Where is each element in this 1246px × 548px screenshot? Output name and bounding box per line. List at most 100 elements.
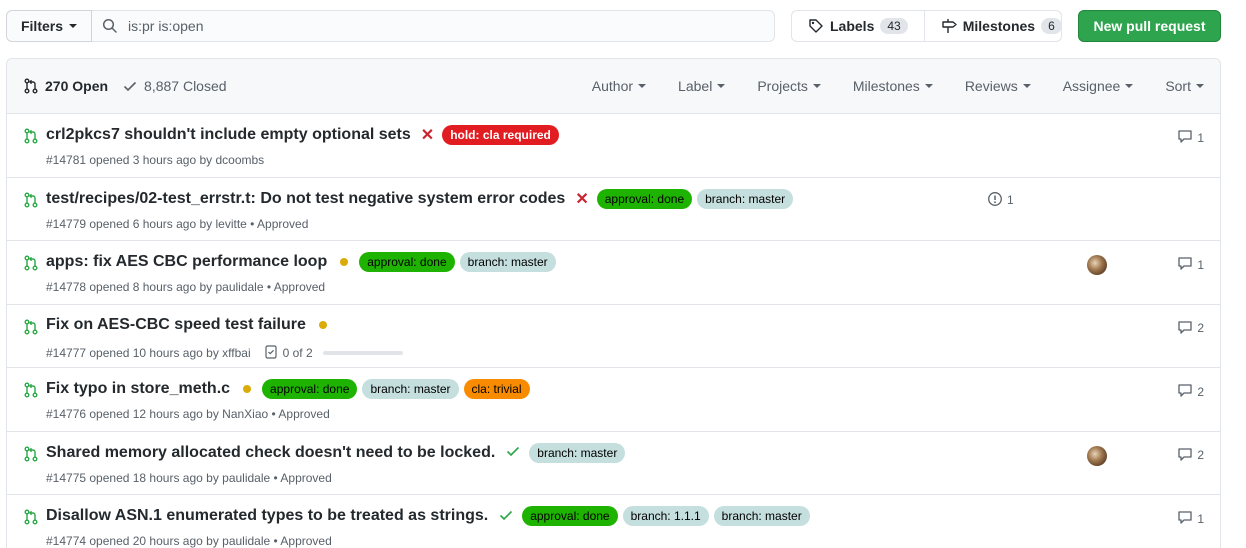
linked-issue-count: 1 [1007,193,1014,207]
task-progress-bar [322,351,403,355]
pull-request-open-icon [23,128,39,147]
label-filter-label: Label [678,78,713,94]
author-filter[interactable]: Author [592,78,647,94]
pr-meta: #14775 opened 18 hours ago by paulidale … [46,471,332,485]
label-blue[interactable]: branch: master [697,188,794,209]
pr-title[interactable]: Shared memory allocated check doesn't ne… [46,444,495,462]
caret-down-icon [638,84,647,88]
label-blue[interactable]: branch: master [529,442,626,463]
comments-link[interactable]: 2 [1177,319,1204,338]
milestones-count: 6 [1041,18,1062,34]
comments-link[interactable]: 1 [1177,255,1204,274]
label-blue[interactable]: branch: master [713,506,810,526]
label-green[interactable]: approval: done [596,188,693,209]
pr-row[interactable]: Fix on AES-CBC speed test failure #14777 … [7,305,1220,368]
pending-dot-icon[interactable] [318,320,327,329]
pr-meta: #14777 opened 10 hours ago by xffbai 0 of… [46,344,403,363]
label-orange[interactable]: cla: trivial [463,379,530,399]
projects-filter[interactable]: Projects [757,78,821,94]
pr-title[interactable]: crl2pkcs7 shouldn't include empty option… [46,126,411,144]
comment-icon [1177,382,1193,401]
pr-meta-text: #14781 opened 3 hours ago by dcoombs [46,153,265,167]
search-input[interactable]: is:pr is:open [92,10,775,42]
pr-row[interactable]: crl2pkcs7 shouldn't include empty option… [7,114,1220,178]
projects-filter-label: Projects [757,78,808,94]
pull-request-icon [24,78,38,94]
header-filter-menus: Author Label Projects Milestones Reviews… [560,59,1204,113]
pr-row[interactable]: test/recipes/02-test_errstr.t: Do not te… [7,178,1220,241]
pr-list-box: 270 Open 8,887 Closed Author Label Proje… [6,58,1221,548]
tag-icon [809,19,823,33]
assignee-filter[interactable]: Assignee [1063,78,1134,94]
label-green[interactable]: approval: done [359,252,455,272]
pr-title-line: apps: fix AES CBC performance loop approv… [46,252,556,272]
caret-down-icon [812,84,821,88]
pull-request-open-icon [23,192,39,211]
label-blue[interactable]: branch: master [459,252,556,272]
comment-icon [1177,319,1193,338]
success-check-icon[interactable] [498,507,514,526]
comment-icon [1177,128,1193,147]
pr-row[interactable]: Disallow ASN.1 enumerated types to be tr… [7,495,1220,548]
sort-filter-label: Sort [1165,78,1191,94]
milestones-button[interactable]: Milestones 6 [923,11,1078,41]
open-filter[interactable]: 270 Open [23,78,108,94]
new-pull-request-button[interactable]: New pull request [1078,10,1221,42]
pr-title[interactable]: Disallow ASN.1 enumerated types to be tr… [46,507,488,525]
comments-link[interactable]: 1 [1177,128,1204,147]
filters-button[interactable]: Filters [6,10,92,42]
pr-title[interactable]: apps: fix AES CBC performance loop [46,253,327,271]
pr-row[interactable]: Fix typo in store_meth.c approval: done br… [7,368,1220,432]
sort-filter[interactable]: Sort [1165,78,1204,94]
avatar[interactable] [1087,445,1107,466]
caret-down-icon [924,84,933,88]
pr-row[interactable]: Shared memory allocated check doesn't ne… [7,432,1220,495]
label-green[interactable]: approval: done [522,506,618,526]
label-blue[interactable]: branch: master [362,379,459,399]
pr-list: crl2pkcs7 shouldn't include empty option… [7,114,1220,548]
comments-link[interactable]: 2 [1177,446,1204,465]
pr-meta: #14778 opened 8 hours ago by paulidale •… [46,280,325,294]
milestones-filter[interactable]: Milestones [853,78,933,94]
comments-link[interactable]: 2 [1177,382,1204,401]
label-red[interactable]: hold: cla required [442,125,559,145]
pr-title-line: test/recipes/02-test_errstr.t: Do not te… [46,188,794,209]
linked-issues[interactable]: 1 [987,191,1014,210]
labels-count: 43 [880,18,908,34]
pr-meta-text: #14778 opened 8 hours ago by paulidale •… [46,280,326,294]
label-blue[interactable]: branch: 1.1.1 [622,506,709,526]
pr-meta-text: #14774 opened 20 hours ago by paulidale … [46,534,332,548]
reviews-filter[interactable]: Reviews [965,78,1031,94]
comment-count: 2 [1197,448,1204,462]
comments-link[interactable]: 1 [1177,509,1204,528]
reviews-filter-label: Reviews [964,78,1018,94]
pr-title[interactable]: Fix typo in store_meth.c [46,380,230,398]
failure-x-icon[interactable]: ✕ [575,189,588,209]
labels-button[interactable]: Labels 43 [792,11,924,41]
pr-title[interactable]: test/recipes/02-test_errstr.t: Do not te… [46,190,565,208]
pr-title-line: Disallow ASN.1 enumerated types to be tr… [46,506,810,526]
success-check-icon[interactable] [505,443,521,462]
caret-down-icon [1125,84,1134,88]
pr-meta-text: #14776 opened 12 hours ago by NanXiao • … [46,407,330,421]
label-green[interactable]: approval: done [262,379,358,399]
milestone-icon [942,19,957,33]
pr-title[interactable]: Fix on AES-CBC speed test failure [46,316,306,334]
closed-filter[interactable]: 8,887 Closed [122,78,227,94]
milestones-label: Milestones [962,18,1036,34]
label-filter[interactable]: Label [678,78,726,94]
pull-request-open-icon [23,255,39,274]
failure-x-icon[interactable]: ✕ [421,125,434,145]
pull-request-open-icon [23,382,39,401]
pending-dot-icon[interactable] [243,385,252,393]
pull-request-open-icon [23,319,39,338]
pending-dot-icon[interactable] [340,258,349,266]
comment-count: 1 [1197,130,1204,145]
filters-label: Filters [20,18,63,34]
avatar[interactable] [1087,255,1107,275]
pr-title-line: Fix on AES-CBC speed test failure [46,316,333,334]
pr-meta-text: #14779 opened 6 hours ago by levitte • A… [46,216,309,231]
pr-row[interactable]: apps: fix AES CBC performance loop approv… [7,241,1220,305]
comment-icon [1177,509,1193,528]
caret-down-icon [1196,84,1204,88]
